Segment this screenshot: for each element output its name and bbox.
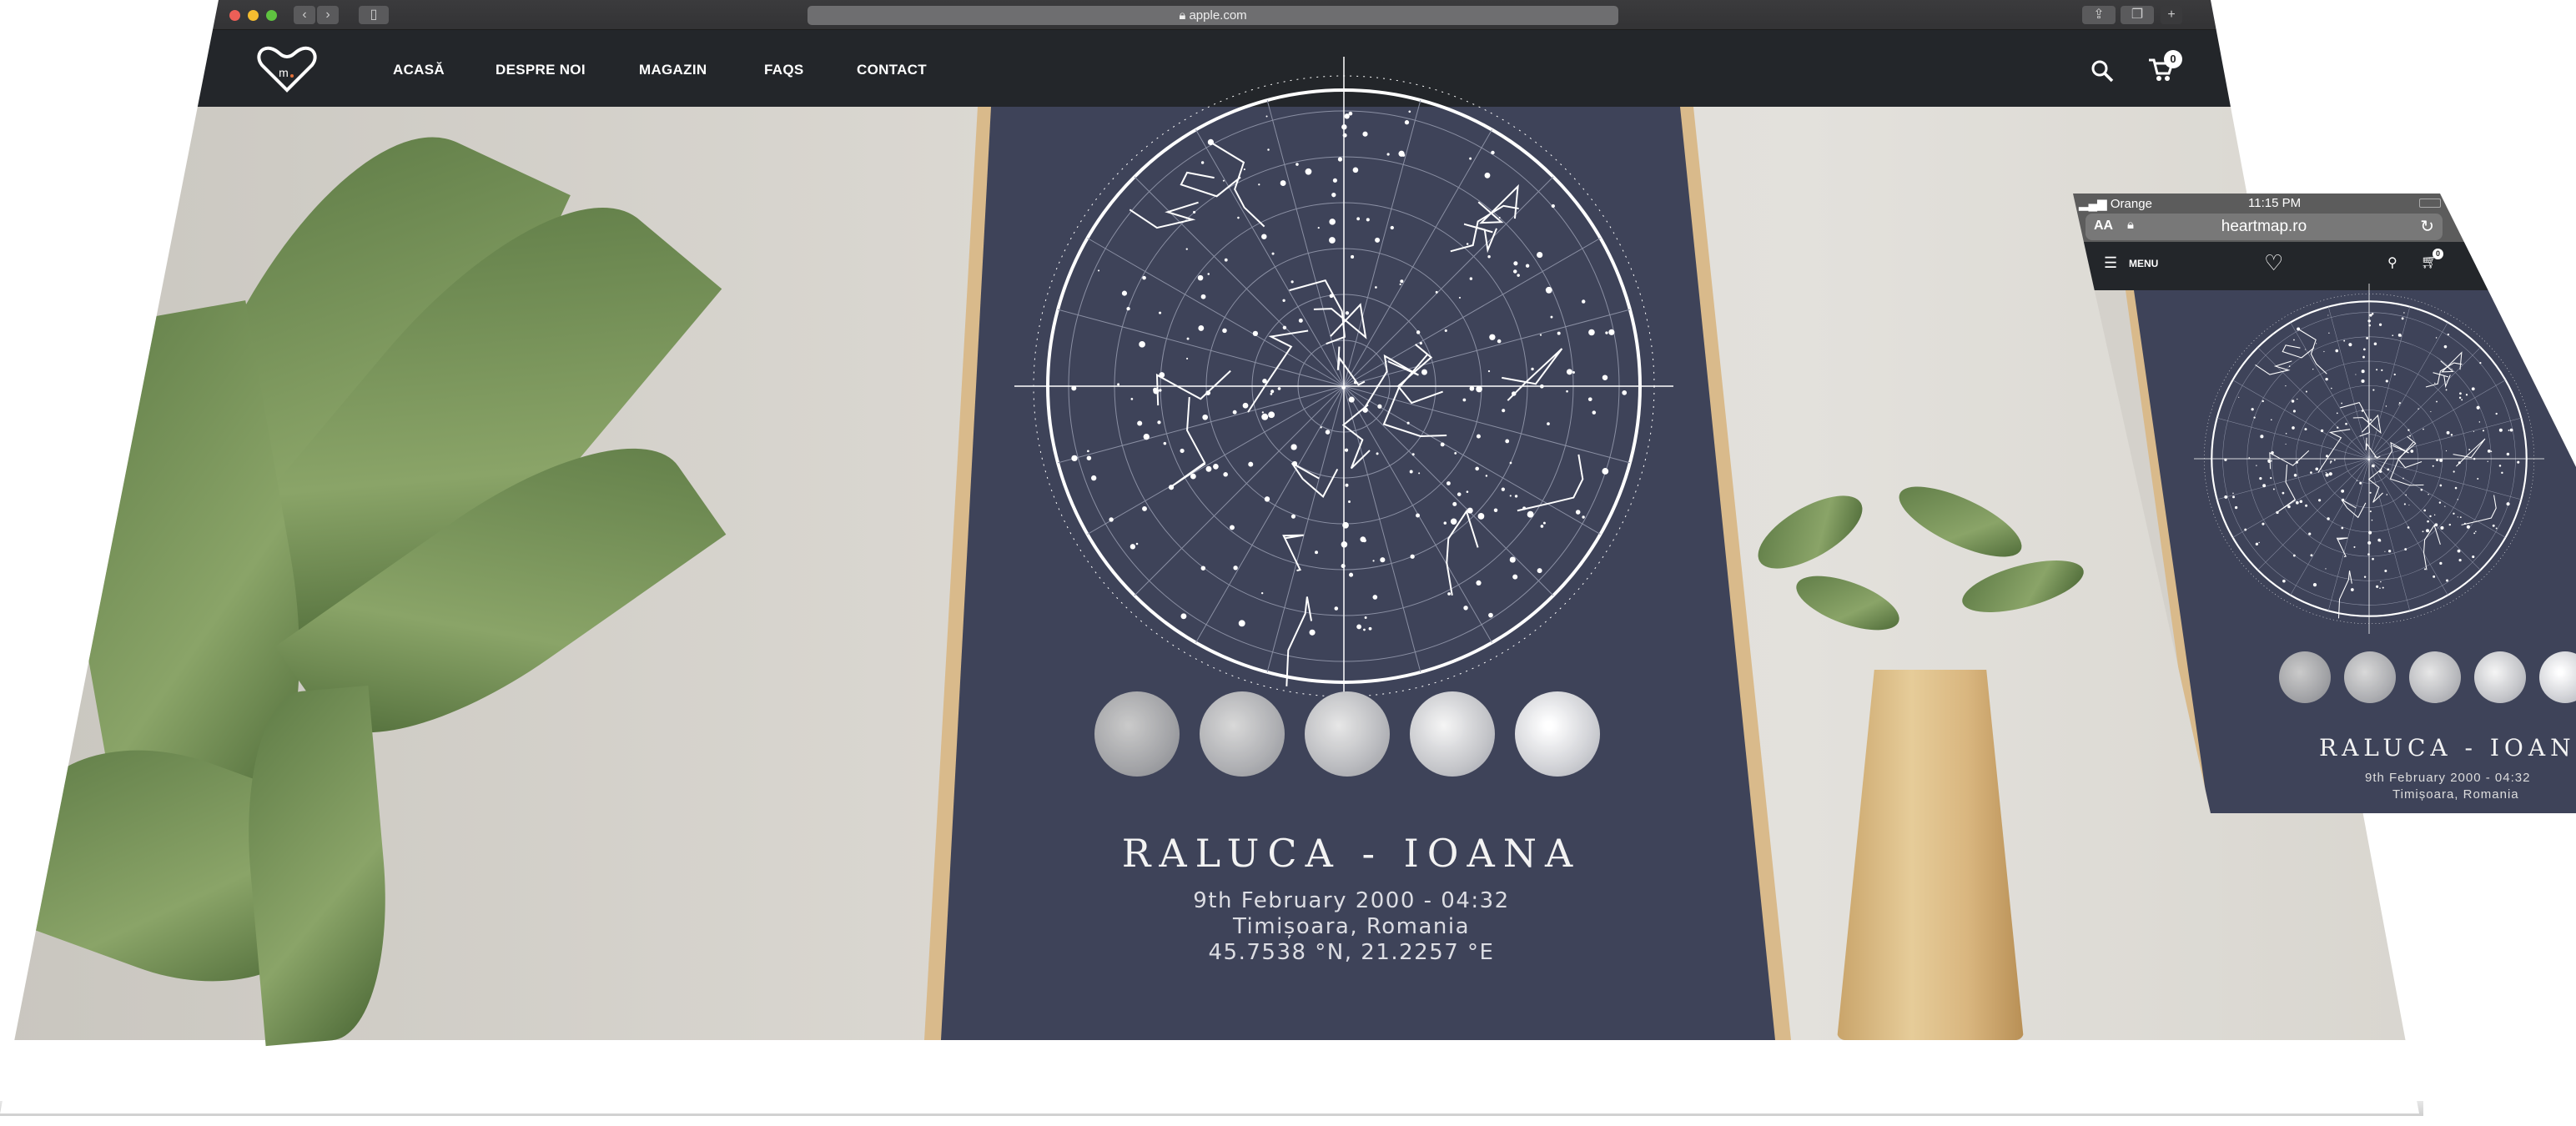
moon-phase-2: [2344, 651, 2396, 703]
cart-count-badge: 0: [2433, 249, 2443, 259]
moon-phase-3: [1305, 691, 1390, 777]
plant-leaf: [1957, 550, 2089, 623]
vase: [1837, 670, 2024, 1040]
poster-place: Timișoara, Romania: [2392, 787, 2519, 802]
poster-coordinates: 45.7538 °N, 21.2257 °E: [1208, 940, 1495, 965]
moon-phase-5: [1515, 691, 1600, 777]
plant-leaf: [1789, 565, 1906, 641]
share-icon[interactable]: ⇪: [2082, 6, 2116, 24]
nav-magazin[interactable]: MAGAZIN: [639, 62, 707, 78]
svg-text:m: m: [279, 66, 289, 79]
minimize-window-button[interactable]: [248, 10, 259, 21]
moon-phase-1: [2279, 651, 2331, 703]
moon-phase-2: [1200, 691, 1285, 777]
poster-place: Timișoara, Romania: [1232, 914, 1471, 939]
moon-phase-4: [1410, 691, 1495, 777]
battery-icon: [2419, 199, 2441, 208]
search-icon[interactable]: [2090, 58, 2115, 83]
mobile-url: heartmap.ro: [2221, 218, 2307, 235]
poster-title: RALUCA - IOAN: [2319, 734, 2576, 762]
moon-phase-1: [1094, 691, 1180, 777]
maximize-window-button[interactable]: [266, 10, 277, 21]
moon-phase-4: [2474, 651, 2526, 703]
carrier-label: ▂▄▆ Orange: [2079, 197, 2152, 211]
mockup-scene: ‹ › ▯ 🔒︎ apple.com ⇪ ❐ + m ACASĂ DESPRE …: [0, 0, 2576, 1126]
new-tab-button[interactable]: +: [2161, 6, 2182, 24]
nav-acasa[interactable]: ACASĂ: [393, 62, 445, 78]
nav-contact[interactable]: CONTACT: [857, 62, 927, 78]
poster-date: 9th February 2000 - 04:32: [2365, 771, 2531, 785]
cart-count-badge: 0: [2164, 50, 2182, 68]
url-text: apple.com: [1189, 8, 1247, 23]
forward-button[interactable]: ›: [317, 6, 339, 24]
tabs-overview-icon[interactable]: ❐: [2121, 6, 2154, 24]
heart-logo-icon[interactable]: ♡: [2264, 250, 2283, 276]
nav-faqs[interactable]: FAQS: [764, 62, 804, 78]
poster-title: RALUCA - IOANA: [1121, 831, 1582, 876]
menu-button[interactable]: MENU: [2129, 258, 2158, 269]
mobile-address-bar[interactable]: AA 🔒︎ heartmap.ro ↻: [2085, 214, 2443, 240]
plant-leaf: [1889, 472, 2031, 571]
moon-phase-3: [2409, 651, 2461, 703]
search-icon[interactable]: ⚲: [2387, 254, 2397, 271]
close-window-button[interactable]: [229, 10, 240, 21]
browser-toolbar: ‹ › ▯ 🔒︎ apple.com ⇪ ❐ +: [0, 0, 2419, 30]
hamburger-icon[interactable]: ☰: [2104, 254, 2117, 272]
lock-icon: 🔒︎: [1179, 8, 1186, 23]
sidebar-icon[interactable]: ▯: [359, 6, 389, 24]
address-bar[interactable]: 🔒︎ apple.com: [808, 6, 1618, 25]
back-button[interactable]: ‹: [294, 6, 315, 24]
reload-icon[interactable]: ↻: [2420, 216, 2434, 237]
star-map-chart: [1014, 57, 1673, 716]
nav-despre-noi[interactable]: DESPRE NOI: [496, 62, 586, 78]
status-time: 11:15 PM: [2248, 196, 2302, 210]
poster-date: 9th February 2000 - 04:32: [1193, 888, 1510, 913]
heart-logo-icon[interactable]: m: [255, 45, 319, 93]
star-map-chart: [2194, 284, 2544, 634]
plant-leaf: [1747, 481, 1874, 583]
